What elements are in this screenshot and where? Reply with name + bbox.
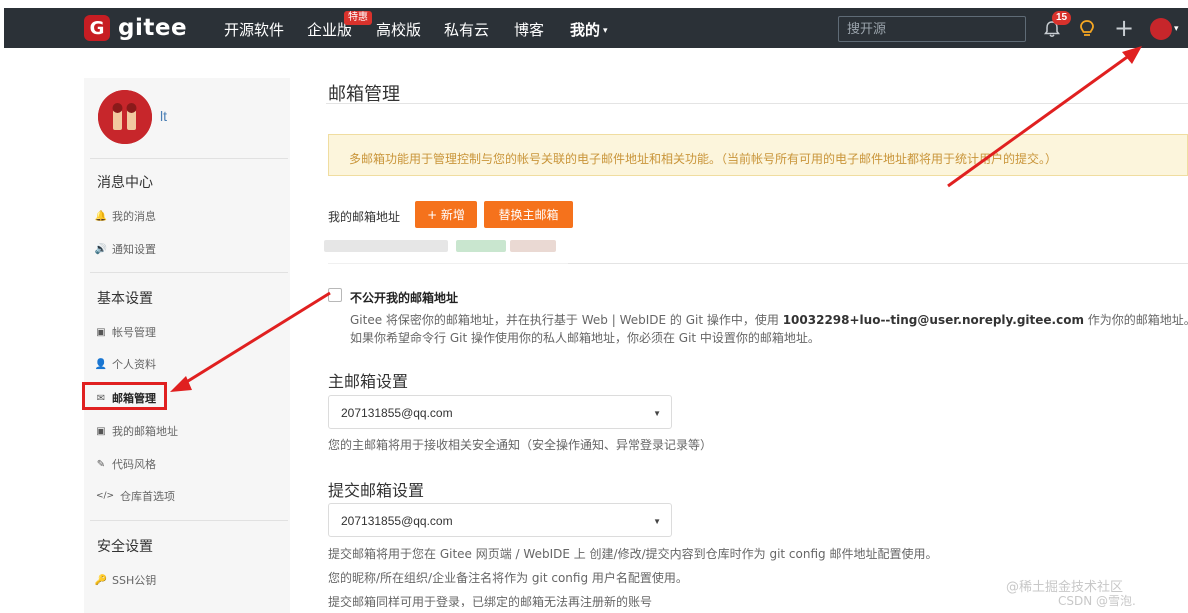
sidebar-item-label: 我的邮箱地址 — [112, 425, 178, 438]
sidebar-item-label: 个人资料 — [112, 358, 156, 371]
chevron-down-icon[interactable]: ▾ — [1174, 23, 1179, 34]
plus-icon[interactable]: + — [1114, 14, 1134, 42]
primary-email-title: 主邮箱设置 — [328, 372, 409, 391]
user-name[interactable]: lt — [160, 108, 167, 124]
nav-mine[interactable]: 我的 ▾ — [570, 19, 608, 40]
id-card-icon: ▣ — [96, 326, 106, 338]
search-input[interactable] — [838, 16, 1026, 42]
sidebar-item-code-style[interactable]: ✎ 代码风格 — [96, 456, 156, 472]
sidebar-item-label: 通知设置 — [112, 243, 156, 256]
hide-email-label[interactable]: 不公开我的邮箱地址 — [350, 289, 458, 306]
gitee-logo-text: gitee — [118, 15, 188, 41]
profile-avatar[interactable] — [98, 90, 152, 144]
nav-open-source[interactable]: 开源软件 — [224, 19, 284, 40]
primary-email-help: 您的主邮箱将用于接收相关安全通知（安全操作通知、异常登录记录等） — [328, 438, 713, 452]
email-address-label: 我的邮箱地址 — [328, 210, 401, 224]
hide-email-hint-line-2: 如果你希望命令行 Git 操作使用你的私人邮箱地址，你必须在 Git 中设置你的… — [350, 331, 820, 345]
switch-primary-email-button[interactable]: 替换主邮箱 — [484, 201, 573, 228]
sidebar-item-account[interactable]: ▣ 帐号管理 — [96, 324, 156, 340]
hide-email-checkbox[interactable] — [328, 288, 342, 302]
gitee-logo[interactable]: G gitee — [84, 15, 187, 41]
redacted-badge — [510, 240, 556, 252]
top-nav: G gitee 开源软件 企业版 特惠 高校版 私有云 博客 我的▾ 15 + … — [4, 8, 1188, 48]
hint-text: Gitee 将保密你的邮箱地址，并在执行基于 Web | WebIDE 的 Gi… — [350, 313, 783, 327]
commit-email-help-3: 提交邮箱同样可用于登录，已绑定的邮箱无法再注册新的账号 — [328, 595, 653, 607]
brush-icon: ✎ — [96, 458, 106, 470]
add-email-button[interactable]: + 新增 — [415, 201, 477, 228]
nav-mine-label: 我的 — [570, 21, 601, 39]
sidebar-item-label: 代码风格 — [112, 458, 156, 471]
key-icon: 🔑 — [94, 574, 108, 586]
gitee-logo-icon: G — [84, 15, 110, 41]
commit-email-select[interactable]: 207131855@qq.com ▼ — [328, 503, 672, 537]
sidebar-item-repo-preferences[interactable]: </> 仓库首选项 — [96, 488, 175, 504]
hint-text: 作为你的邮箱地址。 — [1083, 313, 1188, 327]
redacted-badge — [456, 240, 506, 252]
nav-private-cloud[interactable]: 私有云 — [444, 19, 489, 40]
promo-badge: 特惠 — [344, 11, 372, 25]
lightbulb-icon[interactable] — [1078, 19, 1096, 39]
section-heading-messages: 消息中心 — [97, 175, 153, 191]
sidebar-item-label: 仓库首选项 — [120, 490, 175, 503]
chevron-down-icon: ▼ — [653, 409, 661, 418]
divider — [328, 263, 568, 264]
primary-email-value: 207131855@qq.com — [341, 406, 453, 420]
section-heading-security: 安全设置 — [97, 539, 153, 555]
primary-email-select[interactable]: 207131855@qq.com ▼ — [328, 395, 672, 429]
sidebar-item-notify-settings[interactable]: 🔊 通知设置 — [94, 241, 156, 257]
sidebar-item-ssh-keys[interactable]: 🔑 SSH公钥 — [94, 572, 157, 588]
sidebar-item-my-email-address[interactable]: ▣ 我的邮箱地址 — [96, 423, 178, 439]
chevron-down-icon: ▼ — [653, 517, 661, 526]
divider — [90, 520, 288, 521]
bell-icon: 🔔 — [94, 210, 108, 222]
commit-email-title: 提交邮箱设置 — [328, 481, 425, 500]
noreply-email: 10032298+luo--ting@user.noreply.gitee.co… — [782, 313, 1084, 327]
nav-blog[interactable]: 博客 — [514, 19, 544, 40]
sidebar-item-label: SSH公钥 — [112, 574, 157, 587]
commit-email-value: 207131855@qq.com — [341, 514, 453, 528]
user-icon: 👤 — [94, 358, 108, 370]
redacted-email-list — [324, 240, 448, 252]
sidebar-item-profile[interactable]: 👤 个人资料 — [94, 356, 156, 372]
sidebar-item-label: 帐号管理 — [112, 326, 156, 339]
user-avatar[interactable] — [1150, 18, 1172, 40]
settings-sidebar: lt 消息中心 🔔 我的消息 🔊 通知设置 基本设置 ▣ 帐号管理 👤 个人资料… — [84, 78, 290, 613]
divider — [90, 272, 288, 273]
chevron-down-icon: ▾ — [603, 25, 608, 36]
code-icon: </> — [95, 491, 115, 501]
speaker-icon: 🔊 — [94, 243, 108, 255]
divider — [90, 158, 288, 159]
section-heading-basic: 基本设置 — [97, 291, 153, 307]
notification-count-badge: 15 — [1052, 11, 1072, 25]
nav-education[interactable]: 高校版 — [376, 19, 421, 40]
id-card-icon: ▣ — [96, 425, 106, 437]
divider — [326, 103, 1188, 104]
divider — [568, 263, 1188, 264]
watermark-csdn: CSDN @雪泡. — [1058, 594, 1136, 608]
sidebar-item-label: 我的消息 — [112, 210, 156, 223]
hide-email-hint-line-1: Gitee 将保密你的邮箱地址，并在执行基于 Web | WebIDE 的 Gi… — [350, 311, 1188, 328]
commit-email-help-2: 您的昵称/所在组织/企业备注名将作为 git config 用户名配置使用。 — [328, 571, 688, 585]
sidebar-item-my-messages[interactable]: 🔔 我的消息 — [94, 208, 156, 224]
avatar-image — [98, 90, 152, 144]
info-notice: 多邮箱功能用于管理控制与您的帐号关联的电子邮件地址和相关功能。（当前帐号所有可用… — [328, 134, 1188, 176]
annotation-highlight-box — [82, 382, 167, 410]
commit-email-help-1: 提交邮箱将用于您在 Gitee 网页端 / WebIDE 上 创建/修改/提交内… — [328, 547, 938, 561]
